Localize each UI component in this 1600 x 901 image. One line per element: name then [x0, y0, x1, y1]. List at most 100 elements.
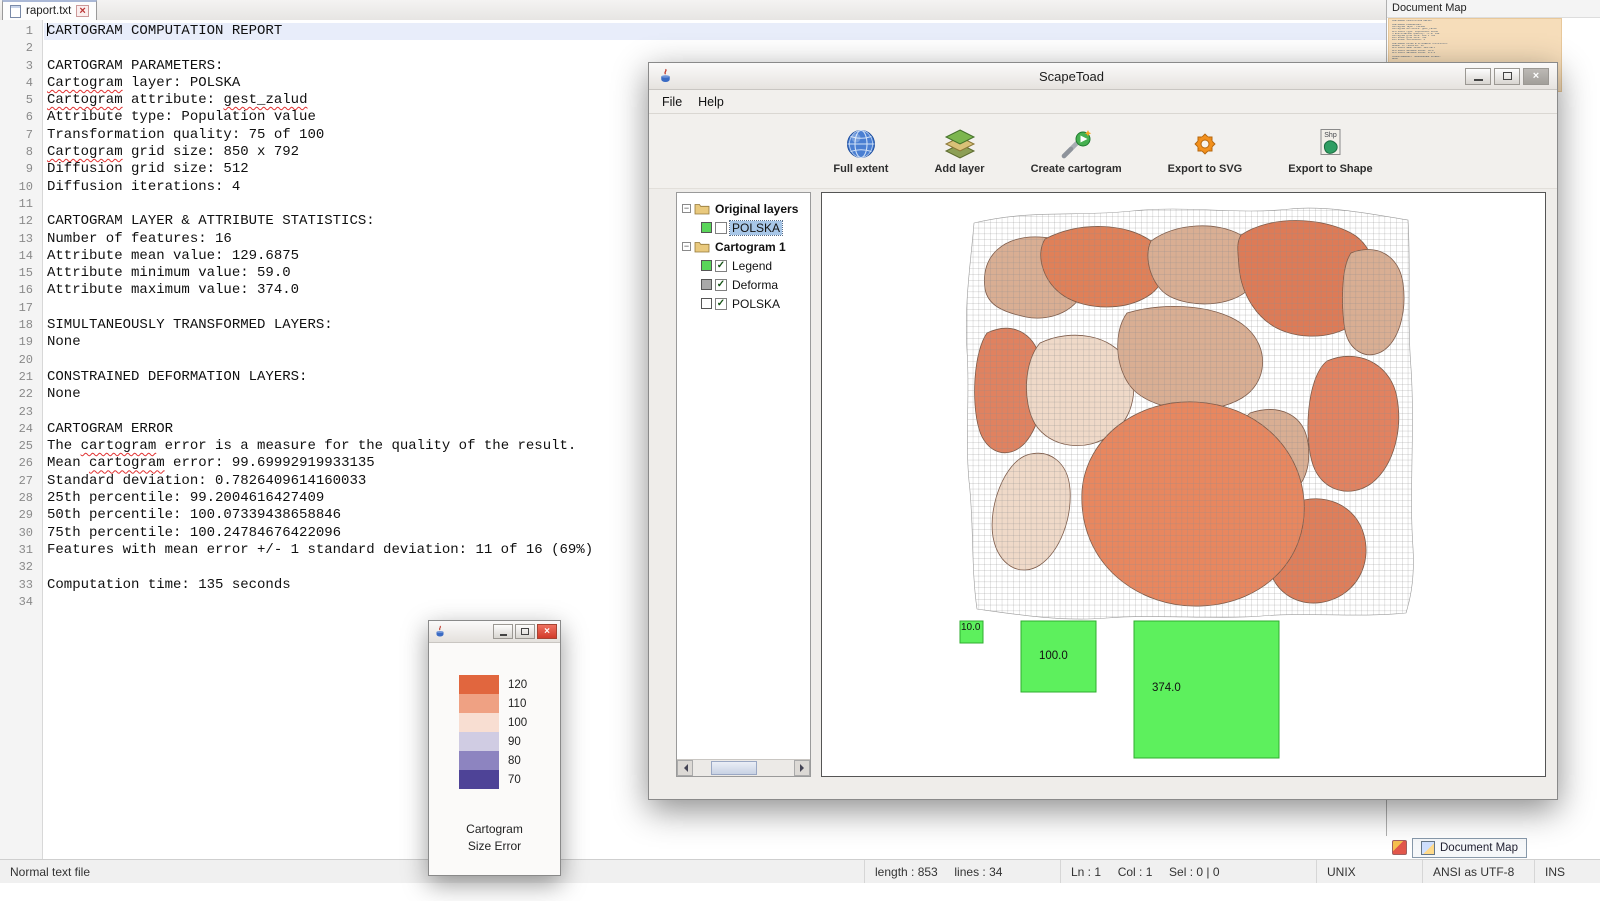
wand-icon — [1059, 127, 1093, 161]
scale-swatch — [459, 770, 499, 789]
tree-folder-row[interactable]: − Original layers — [677, 199, 810, 218]
document-map-title: Document Map — [1387, 0, 1600, 18]
tree-folder-row[interactable]: − Cartogram 1 — [677, 237, 810, 256]
legend-value-label: 374.0 — [1152, 682, 1181, 694]
layer-color-chip — [701, 260, 712, 271]
scale-value: 100 — [508, 716, 528, 729]
scale-swatch — [459, 694, 499, 713]
line-number: 3 — [25, 58, 33, 73]
map-panel[interactable]: 10.0 100.0 374.0 — [821, 192, 1546, 777]
menu-bar: File Help — [649, 90, 1557, 114]
error-scale: 120 110 100 90 80 70 — [459, 675, 538, 789]
layer-color-chip — [701, 222, 712, 233]
line-number: 11 — [18, 196, 33, 211]
scroll-left-button[interactable] — [677, 760, 693, 776]
code-line[interactable]: CARTOGRAM COMPUTATION REPORT — [44, 23, 1386, 41]
line-number: 12 — [18, 214, 33, 229]
desktop: raport.txt × 1 2 3 4 5 6 7 8 9 10 11 12 13 14 15 16 17 18… — [0, 0, 1600, 901]
tab-close-icon[interactable]: × — [76, 5, 89, 17]
tab-raport[interactable]: raport.txt × — [2, 0, 97, 20]
toolbar: Full extent Add layer Create cartogram Expo… — [649, 114, 1557, 189]
document-map-tab[interactable]: Document Map — [1412, 837, 1527, 858]
toolbar-full-extent[interactable]: Full extent — [827, 125, 894, 177]
maximize-button[interactable] — [515, 624, 535, 639]
line-number: 20 — [18, 352, 33, 367]
scale-row: 120 — [459, 675, 538, 694]
status-cursor-position: Ln : 1 Col : 1 Sel : 0 | 0 — [1060, 860, 1316, 883]
tree-layer-row[interactable]: ✓ POLSKA — [677, 294, 810, 313]
line-number: 9 — [25, 162, 33, 177]
scale-value: 70 — [508, 773, 521, 786]
line-number: 21 — [18, 369, 33, 384]
toolbar-export-to-shape[interactable]: Shp Export to Shape — [1282, 125, 1378, 177]
minimize-icon — [1473, 78, 1483, 81]
code-line[interactable] — [44, 40, 1386, 57]
tree-folder-label: Cartogram 1 — [715, 239, 786, 254]
svg-text:Shp: Shp — [1325, 132, 1338, 139]
tree-expand-handle[interactable]: − — [682, 242, 691, 251]
layer-checkbox[interactable]: ✓ — [715, 259, 727, 272]
cartogram-canvas[interactable]: 10.0 100.0 374.0 — [822, 193, 1545, 776]
close-button[interactable]: × — [1523, 67, 1549, 85]
line-number: 31 — [18, 542, 33, 557]
line-number: 23 — [18, 404, 33, 419]
tab-title: raport.txt — [26, 5, 72, 17]
maximize-icon — [521, 628, 529, 635]
menu-file[interactable]: File — [654, 93, 690, 111]
scale-row: 80 — [459, 751, 538, 770]
line-number: 1 — [25, 24, 33, 38]
scrollbar-track[interactable] — [693, 760, 794, 776]
menu-help[interactable]: Help — [690, 93, 732, 111]
layer-checkbox[interactable]: ✓ — [715, 297, 727, 310]
tree-layer-row[interactable]: POLSKA — [677, 218, 810, 237]
globe-icon — [844, 127, 878, 161]
toolbar-add-layer[interactable]: Add layer — [928, 125, 990, 177]
status-encoding[interactable]: ANSI as UTF-8 — [1422, 860, 1534, 883]
line-number: 17 — [18, 300, 33, 315]
layers-panel: − Original layers POLSKA − Cartogram 1 ✓ Legen… — [676, 192, 811, 777]
minimize-button[interactable] — [1465, 67, 1491, 85]
size-error-body: 120 110 100 90 80 70 Cartogram Size Error — [429, 643, 560, 875]
toolbar-export-to-svg[interactable]: Export to SVG — [1162, 125, 1249, 177]
minimize-button[interactable] — [493, 624, 513, 639]
line-numbers: 1 2 3 4 5 6 7 8 9 10 11 12 13 14 15 16 17 18 19 20 21 22 23 24 2… — [0, 20, 43, 859]
size-error-titlebar[interactable]: × — [429, 621, 560, 643]
size-error-window: × 120 110 100 90 80 70 Cartogram Size Error — [428, 620, 561, 876]
tree-expand-handle[interactable]: − — [682, 204, 691, 213]
scapetoad-titlebar[interactable]: ScapeToad × — [649, 63, 1557, 90]
close-button[interactable]: × — [537, 624, 557, 639]
minimize-icon — [499, 633, 507, 636]
scale-row: 90 — [459, 732, 538, 751]
line-number: 24 — [18, 421, 33, 436]
layer-checkbox[interactable]: ✓ — [715, 278, 727, 291]
tree-hscrollbar[interactable] — [677, 759, 810, 776]
line-number: 34 — [18, 594, 33, 609]
java-icon — [433, 625, 447, 639]
scroll-right-button[interactable] — [794, 760, 810, 776]
deformation-grid — [966, 208, 1414, 620]
folder-icon — [694, 203, 710, 215]
document-icon — [10, 4, 21, 18]
line-number: 18 — [18, 318, 33, 333]
line-number: 28 — [18, 491, 33, 506]
line-number: 19 — [18, 335, 33, 350]
panel-icon[interactable] — [1392, 840, 1407, 855]
tree-layer-label: POLSKA — [732, 296, 781, 311]
tree-layer-row[interactable]: ✓ Deforma — [677, 275, 810, 294]
layer-checkbox[interactable] — [715, 221, 727, 234]
status-typing-mode[interactable]: INS — [1534, 860, 1600, 883]
arrow-left-icon — [680, 764, 688, 772]
layer-tree: − Original layers POLSKA − Cartogram 1 ✓ Legen… — [677, 193, 810, 760]
maximize-button[interactable] — [1494, 67, 1520, 85]
java-icon — [657, 68, 674, 85]
maximize-icon — [1502, 72, 1512, 80]
legend-value-label: 100.0 — [1039, 650, 1068, 662]
tree-layer-label: Legend — [732, 258, 773, 273]
status-eol-format[interactable]: UNIX — [1316, 860, 1422, 883]
panel-tab-strip: Document Map — [1386, 836, 1600, 859]
tree-layer-row[interactable]: ✓ Legend — [677, 256, 810, 275]
scrollbar-thumb[interactable] — [711, 761, 757, 775]
line-number: 27 — [18, 473, 33, 488]
toolbar-create-cartogram[interactable]: Create cartogram — [1025, 125, 1128, 177]
gear-icon — [1188, 127, 1222, 161]
